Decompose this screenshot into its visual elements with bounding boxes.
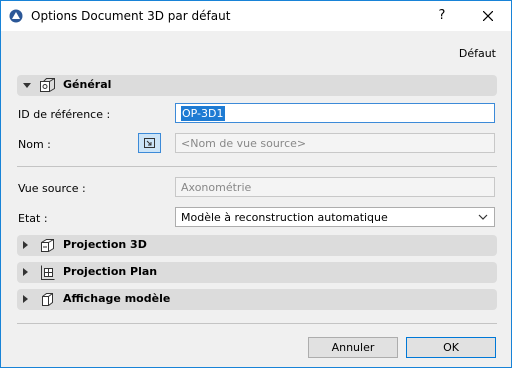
projection-3d-icon <box>41 239 54 252</box>
chevron-down-icon <box>478 214 488 220</box>
ok-button[interactable]: OK <box>406 337 496 358</box>
ref-id-input[interactable]: OP-3D1 <box>175 103 495 123</box>
section-model-display-label: Affichage modèle <box>63 292 171 305</box>
state-select[interactable]: Modèle à reconstruction automatique <box>175 207 495 227</box>
source-view-field: Axonométrie <box>175 177 495 197</box>
section-model-display-header[interactable]: Affichage modèle <box>17 289 497 310</box>
model-display-icon <box>42 293 53 306</box>
section-general-label: Général <box>63 78 112 91</box>
close-button[interactable] <box>465 1 511 31</box>
state-value: Modèle à reconstruction automatique <box>181 211 388 224</box>
expand-arrow-icon <box>23 295 28 303</box>
expand-arrow-icon <box>23 241 28 249</box>
app-icon <box>9 9 23 23</box>
preset-label[interactable]: Défaut <box>459 47 496 60</box>
use-source-name-button[interactable] <box>138 133 161 153</box>
section-projection-plan-header[interactable]: Projection Plan <box>17 262 497 283</box>
link-source-icon <box>144 138 155 148</box>
window-title: Options Document 3D par défaut <box>31 9 231 23</box>
separator <box>17 166 497 167</box>
projection-plan-icon <box>41 265 55 280</box>
separator <box>17 323 497 324</box>
section-projection-3d-header[interactable]: Projection 3D <box>17 235 497 256</box>
section-projection-plan-label: Projection Plan <box>63 265 158 278</box>
section-general-header[interactable]: Général <box>17 75 497 96</box>
close-icon <box>482 10 494 22</box>
dialog-window: Options Document 3D par défaut ? Défaut … <box>0 0 512 368</box>
title-bar: Options Document 3D par défaut ? <box>1 1 511 31</box>
expand-arrow-icon <box>23 268 28 276</box>
name-input[interactable]: <Nom de vue source> <box>175 133 495 153</box>
help-button[interactable]: ? <box>419 1 465 31</box>
source-view-value: Axonométrie <box>181 181 252 194</box>
collapse-arrow-icon <box>23 83 31 88</box>
general-settings-icon <box>40 78 55 92</box>
source-view-label: Vue source : <box>18 182 86 195</box>
section-projection-3d-label: Projection 3D <box>63 238 147 251</box>
ref-id-value: OP-3D1 <box>181 106 225 121</box>
name-label: Nom : <box>18 138 51 151</box>
ref-id-label: ID de référence : <box>18 108 111 121</box>
name-placeholder: <Nom de vue source> <box>181 137 307 150</box>
state-label: Etat : <box>18 212 48 225</box>
cancel-button[interactable]: Annuler <box>308 337 398 358</box>
